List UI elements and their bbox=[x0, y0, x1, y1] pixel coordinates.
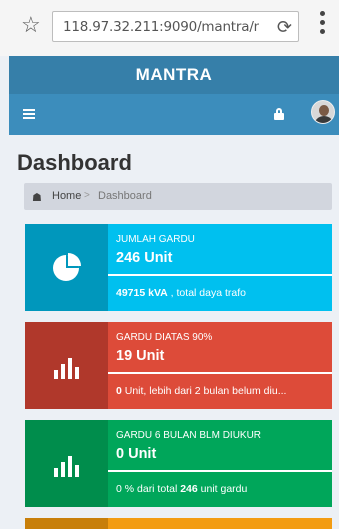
hamburger-menu-icon[interactable] bbox=[23, 109, 35, 119]
app-title[interactable]: MANTRA bbox=[9, 56, 339, 94]
info-box-description: 0 % dari total 246 unit gardu bbox=[116, 483, 248, 495]
top-navbar bbox=[9, 94, 339, 135]
info-box-value: 19 Unit bbox=[116, 348, 165, 364]
info-box-description: 0 Unit, lebih dari 2 bulan belum diu... bbox=[116, 385, 287, 397]
info-box-icon-area bbox=[25, 420, 108, 507]
breadcrumb: ☗ Home > Dashboard bbox=[24, 183, 332, 210]
info-box-label: GARDU 6 BULAN BLM DIUKUR bbox=[116, 430, 262, 441]
info-box-content: GARDU DIATAS 90% 19 Unit 0 Unit, lebih d… bbox=[108, 322, 332, 409]
page-title: Dashboard bbox=[17, 150, 132, 175]
info-box-partial[interactable] bbox=[25, 518, 332, 529]
bar-chart-icon bbox=[54, 353, 80, 379]
info-box-icon-area bbox=[25, 322, 108, 409]
info-box-value: 246 Unit bbox=[116, 250, 173, 266]
address-bar[interactable]: 118.97.32.211:9090/mantra/main ⟳ bbox=[52, 11, 299, 42]
bar-chart-icon bbox=[54, 451, 80, 477]
url-text[interactable]: 118.97.32.211:9090/mantra/main bbox=[63, 19, 259, 35]
breadcrumb-home-link[interactable]: Home bbox=[52, 190, 81, 202]
info-box-progress bbox=[108, 274, 332, 276]
info-box-gardu-diatas-90[interactable]: GARDU DIATAS 90% 19 Unit 0 Unit, lebih d… bbox=[25, 322, 332, 409]
breadcrumb-separator: > bbox=[84, 190, 90, 201]
reload-icon[interactable]: ⟳ bbox=[277, 16, 292, 38]
info-box-label: JUMLAH GARDU bbox=[116, 234, 195, 245]
info-box-icon-area bbox=[25, 224, 108, 311]
browser-toolbar: ☆ 118.97.32.211:9090/mantra/main ⟳ bbox=[0, 0, 339, 56]
kebab-menu-icon[interactable] bbox=[320, 11, 326, 41]
info-box-description: 49715 kVA , total daya trafo bbox=[116, 287, 246, 299]
info-box-content: JUMLAH GARDU 246 Unit 49715 kVA , total … bbox=[108, 224, 332, 311]
app-logo-bar: MANTRA bbox=[9, 56, 339, 94]
home-icon: ☗ bbox=[32, 192, 42, 204]
info-box-gardu-6-bulan[interactable]: GARDU 6 BULAN BLM DIUKUR 0 Unit 0 % dari… bbox=[25, 420, 332, 507]
info-box-value: 0 Unit bbox=[116, 446, 157, 462]
user-avatar[interactable] bbox=[311, 100, 335, 124]
pie-chart-icon bbox=[53, 253, 81, 281]
info-box-icon-area bbox=[25, 518, 108, 529]
info-box-content: GARDU 6 BULAN BLM DIUKUR 0 Unit 0 % dari… bbox=[108, 420, 332, 507]
lock-icon[interactable] bbox=[274, 108, 284, 120]
info-box-progress bbox=[108, 470, 332, 472]
info-box-content bbox=[108, 518, 332, 529]
info-box-label: GARDU DIATAS 90% bbox=[116, 332, 213, 343]
info-box-progress bbox=[108, 372, 332, 374]
info-box-jumlah-gardu[interactable]: JUMLAH GARDU 246 Unit 49715 kVA , total … bbox=[25, 224, 332, 311]
bookmark-star-icon[interactable]: ☆ bbox=[21, 14, 41, 36]
breadcrumb-current: Dashboard bbox=[98, 190, 152, 202]
